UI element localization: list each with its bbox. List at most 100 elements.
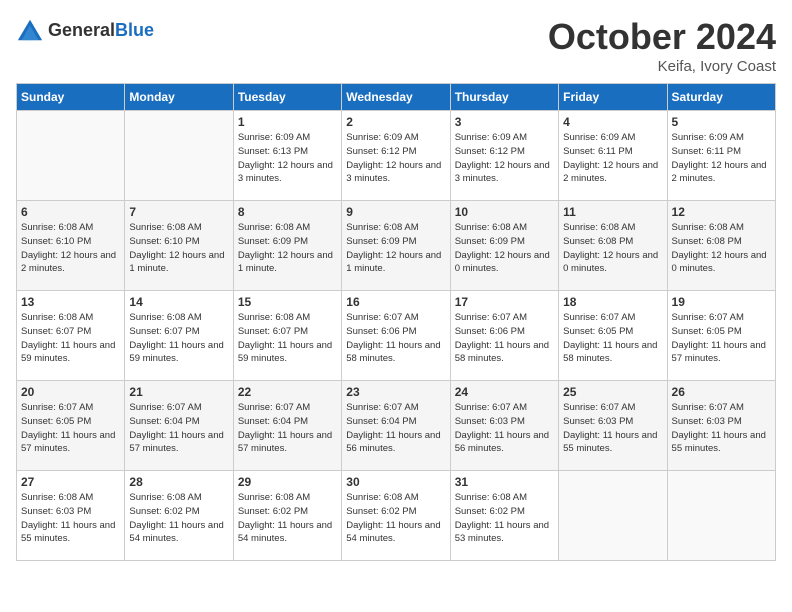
day-detail: Sunrise: 6:08 AM Sunset: 6:02 PM Dayligh… — [455, 491, 554, 546]
day-detail: Sunrise: 6:08 AM Sunset: 6:02 PM Dayligh… — [238, 491, 337, 546]
day-detail: Sunrise: 6:07 AM Sunset: 6:04 PM Dayligh… — [129, 401, 228, 456]
day-detail: Sunrise: 6:08 AM Sunset: 6:02 PM Dayligh… — [346, 491, 445, 546]
day-detail: Sunrise: 6:07 AM Sunset: 6:03 PM Dayligh… — [563, 401, 662, 456]
day-number: 9 — [346, 205, 445, 219]
day-detail: Sunrise: 6:08 AM Sunset: 6:08 PM Dayligh… — [563, 221, 662, 276]
day-number: 2 — [346, 115, 445, 129]
day-detail: Sunrise: 6:07 AM Sunset: 6:05 PM Dayligh… — [21, 401, 120, 456]
logo-icon — [16, 16, 44, 44]
calendar-cell: 21 Sunrise: 6:07 AM Sunset: 6:04 PM Dayli… — [125, 381, 233, 471]
month-title: October 2024 — [548, 16, 776, 58]
logo-text-blue: Blue — [115, 20, 154, 40]
calendar-cell: 3 Sunrise: 6:09 AM Sunset: 6:12 PM Daylig… — [450, 111, 558, 201]
day-detail: Sunrise: 6:08 AM Sunset: 6:07 PM Dayligh… — [238, 311, 337, 366]
calendar-body: 1 Sunrise: 6:09 AM Sunset: 6:13 PM Daylig… — [17, 111, 776, 561]
day-detail: Sunrise: 6:07 AM Sunset: 6:05 PM Dayligh… — [672, 311, 771, 366]
day-number: 12 — [672, 205, 771, 219]
calendar-cell: 10Sunrise: 6:08 AM Sunset: 6:09 PM Dayli… — [450, 201, 558, 291]
day-detail: Sunrise: 6:07 AM Sunset: 6:03 PM Dayligh… — [672, 401, 771, 456]
day-number: 24 — [455, 385, 554, 399]
day-number: 27 — [21, 475, 120, 489]
calendar-cell: 9 Sunrise: 6:08 AM Sunset: 6:09 PM Daylig… — [342, 201, 450, 291]
calendar-cell: 31 Sunrise: 6:08 AM Sunset: 6:02 PM Dayli… — [450, 471, 558, 561]
day-detail: Sunrise: 6:07 AM Sunset: 6:04 PM Dayligh… — [346, 401, 445, 456]
calendar-cell: 16Sunrise: 6:07 AM Sunset: 6:06 PM Dayli… — [342, 291, 450, 381]
logo: GeneralBlue — [16, 16, 154, 44]
day-number: 21 — [129, 385, 228, 399]
calendar-cell: 2 Sunrise: 6:09 AM Sunset: 6:12 PM Daylig… — [342, 111, 450, 201]
calendar-week-row: 27 Sunrise: 6:08 AM Sunset: 6:03 PM Dayli… — [17, 471, 776, 561]
day-detail: Sunrise: 6:09 AM Sunset: 6:13 PM Dayligh… — [238, 131, 337, 186]
calendar-cell: 12 Sunrise: 6:08 AM Sunset: 6:08 PM Dayli… — [667, 201, 775, 291]
day-detail: Sunrise: 6:07 AM Sunset: 6:05 PM Dayligh… — [563, 311, 662, 366]
calendar-week-row: 6 Sunrise: 6:08 AM Sunset: 6:10 PM Daylig… — [17, 201, 776, 291]
day-number: 3 — [455, 115, 554, 129]
calendar-week-row: 1 Sunrise: 6:09 AM Sunset: 6:13 PM Daylig… — [17, 111, 776, 201]
calendar-cell — [125, 111, 233, 201]
page-header: GeneralBlue October 2024 Keifa, Ivory Co… — [16, 16, 776, 75]
day-number: 17 — [455, 295, 554, 309]
calendar-cell: 25 Sunrise: 6:07 AM Sunset: 6:03 PM Dayli… — [559, 381, 667, 471]
calendar-cell: 18Sunrise: 6:07 AM Sunset: 6:05 PM Dayli… — [559, 291, 667, 381]
day-number: 1 — [238, 115, 337, 129]
calendar-cell: 30 Sunrise: 6:08 AM Sunset: 6:02 PM Dayli… — [342, 471, 450, 561]
day-detail: Sunrise: 6:09 AM Sunset: 6:11 PM Dayligh… — [672, 131, 771, 186]
calendar-cell: 22Sunrise: 6:07 AM Sunset: 6:04 PM Dayli… — [233, 381, 341, 471]
calendar-cell: 6 Sunrise: 6:08 AM Sunset: 6:10 PM Daylig… — [17, 201, 125, 291]
logo-text-general: General — [48, 20, 115, 40]
day-number: 19 — [672, 295, 771, 309]
calendar-cell: 5 Sunrise: 6:09 AM Sunset: 6:11 PM Daylig… — [667, 111, 775, 201]
calendar-cell: 1 Sunrise: 6:09 AM Sunset: 6:13 PM Daylig… — [233, 111, 341, 201]
day-number: 5 — [672, 115, 771, 129]
day-number: 4 — [563, 115, 662, 129]
location: Keifa, Ivory Coast — [548, 58, 776, 75]
calendar-cell: 19 Sunrise: 6:07 AM Sunset: 6:05 PM Dayli… — [667, 291, 775, 381]
day-number: 6 — [21, 205, 120, 219]
calendar-cell — [17, 111, 125, 201]
calendar-cell — [667, 471, 775, 561]
calendar-cell: 27 Sunrise: 6:08 AM Sunset: 6:03 PM Dayli… — [17, 471, 125, 561]
day-detail: Sunrise: 6:09 AM Sunset: 6:12 PM Dayligh… — [346, 131, 445, 186]
day-of-week-header: Monday — [125, 84, 233, 111]
calendar-cell: 26Sunrise: 6:07 AM Sunset: 6:03 PM Dayli… — [667, 381, 775, 471]
day-detail: Sunrise: 6:07 AM Sunset: 6:04 PM Dayligh… — [238, 401, 337, 456]
calendar-cell: 23Sunrise: 6:07 AM Sunset: 6:04 PM Dayli… — [342, 381, 450, 471]
calendar-cell: 17Sunrise: 6:07 AM Sunset: 6:06 PM Dayli… — [450, 291, 558, 381]
day-number: 7 — [129, 205, 228, 219]
day-of-week-header: Saturday — [667, 84, 775, 111]
title-block: October 2024 Keifa, Ivory Coast — [548, 16, 776, 75]
day-of-week-header: Wednesday — [342, 84, 450, 111]
day-number: 13 — [21, 295, 120, 309]
day-detail: Sunrise: 6:09 AM Sunset: 6:12 PM Dayligh… — [455, 131, 554, 186]
day-detail: Sunrise: 6:08 AM Sunset: 6:10 PM Dayligh… — [21, 221, 120, 276]
calendar-header-row: SundayMondayTuesdayWednesdayThursdayFrid… — [17, 84, 776, 111]
calendar-cell: 8 Sunrise: 6:08 AM Sunset: 6:09 PM Daylig… — [233, 201, 341, 291]
calendar-week-row: 20 Sunrise: 6:07 AM Sunset: 6:05 PM Dayli… — [17, 381, 776, 471]
calendar-cell: 24Sunrise: 6:07 AM Sunset: 6:03 PM Dayli… — [450, 381, 558, 471]
day-number: 8 — [238, 205, 337, 219]
day-detail: Sunrise: 6:08 AM Sunset: 6:02 PM Dayligh… — [129, 491, 228, 546]
calendar-cell: 14Sunrise: 6:08 AM Sunset: 6:07 PM Dayli… — [125, 291, 233, 381]
day-detail: Sunrise: 6:08 AM Sunset: 6:08 PM Dayligh… — [672, 221, 771, 276]
calendar-cell: 7 Sunrise: 6:08 AM Sunset: 6:10 PM Daylig… — [125, 201, 233, 291]
day-detail: Sunrise: 6:08 AM Sunset: 6:10 PM Dayligh… — [129, 221, 228, 276]
calendar-cell: 29 Sunrise: 6:08 AM Sunset: 6:02 PM Dayli… — [233, 471, 341, 561]
calendar-cell: 28Sunrise: 6:08 AM Sunset: 6:02 PM Dayli… — [125, 471, 233, 561]
day-number: 29 — [238, 475, 337, 489]
calendar-table: SundayMondayTuesdayWednesdayThursdayFrid… — [16, 83, 776, 561]
day-detail: Sunrise: 6:08 AM Sunset: 6:03 PM Dayligh… — [21, 491, 120, 546]
day-number: 15 — [238, 295, 337, 309]
calendar-cell: 4Sunrise: 6:09 AM Sunset: 6:11 PM Daylig… — [559, 111, 667, 201]
day-number: 16 — [346, 295, 445, 309]
day-number: 10 — [455, 205, 554, 219]
day-number: 20 — [21, 385, 120, 399]
day-of-week-header: Thursday — [450, 84, 558, 111]
day-detail: Sunrise: 6:08 AM Sunset: 6:09 PM Dayligh… — [238, 221, 337, 276]
day-detail: Sunrise: 6:08 AM Sunset: 6:09 PM Dayligh… — [346, 221, 445, 276]
day-number: 31 — [455, 475, 554, 489]
day-number: 25 — [563, 385, 662, 399]
calendar-cell: 11 Sunrise: 6:08 AM Sunset: 6:08 PM Dayli… — [559, 201, 667, 291]
day-number: 30 — [346, 475, 445, 489]
day-number: 11 — [563, 205, 662, 219]
day-detail: Sunrise: 6:08 AM Sunset: 6:07 PM Dayligh… — [129, 311, 228, 366]
